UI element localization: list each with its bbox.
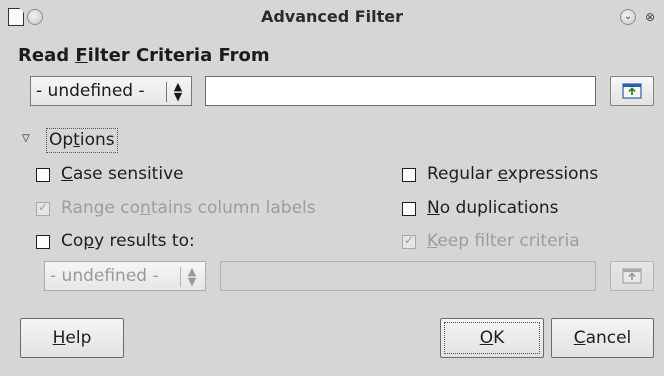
checkbox-box[interactable] xyxy=(36,235,50,249)
close-button[interactable]: ⊗ xyxy=(642,9,658,25)
read-criteria-label: Read Filter Criteria From xyxy=(18,45,270,66)
combo-separator xyxy=(166,82,167,102)
spin-arrows-icon[interactable]: ▲ ▼ xyxy=(186,266,198,287)
close-icon: ⊗ xyxy=(644,10,656,24)
criteria-range-input[interactable] xyxy=(205,76,596,106)
combo-separator xyxy=(180,267,181,287)
no-duplications-label: No duplications xyxy=(427,198,559,218)
triangle-down-icon: ▽ xyxy=(22,133,30,144)
keep-filter-criteria-label: Keep filter criteria xyxy=(427,231,580,251)
copy-shrink-button[interactable] xyxy=(610,261,654,291)
checkbox-box[interactable] xyxy=(402,202,416,216)
criteria-shrink-button[interactable] xyxy=(610,76,654,106)
copy-results-combo[interactable]: - undefined - ▲ ▼ xyxy=(44,261,206,291)
window-title: Advanced Filter xyxy=(260,7,404,26)
regular-expressions-label: Regular expressions xyxy=(427,164,599,184)
copy-results-label: Copy results to: xyxy=(61,231,195,251)
title-bar: Advanced Filter ⌄ ⊗ xyxy=(0,0,664,36)
cancel-button[interactable]: Cancel xyxy=(551,318,654,358)
ok-button[interactable]: OK xyxy=(440,318,544,358)
criteria-range-combo[interactable]: - undefined - ▲ ▼ xyxy=(30,76,192,106)
criteria-combo-value: - undefined - xyxy=(36,81,145,101)
checkbox-box[interactable] xyxy=(402,233,416,249)
spin-arrows-icon[interactable]: ▲ ▼ xyxy=(172,81,184,102)
options-label: Options xyxy=(46,128,118,153)
case-sensitive-label: Case sensitive xyxy=(61,164,184,184)
help-button[interactable]: Help xyxy=(20,318,124,358)
checkbox-box[interactable] xyxy=(36,200,50,216)
shrink-button[interactable]: ⌄ xyxy=(620,9,636,25)
checkbox-box[interactable] xyxy=(36,168,50,182)
range-contains-labels-label: Range contains column labels xyxy=(61,198,316,218)
shrink-range-icon xyxy=(622,83,642,99)
shrink-range-icon xyxy=(622,268,642,284)
chevron-down-icon: ⌄ xyxy=(623,11,633,22)
checkbox-box[interactable] xyxy=(402,168,416,182)
copy-results-input[interactable] xyxy=(220,261,596,291)
copy-combo-value: - undefined - xyxy=(50,266,159,286)
